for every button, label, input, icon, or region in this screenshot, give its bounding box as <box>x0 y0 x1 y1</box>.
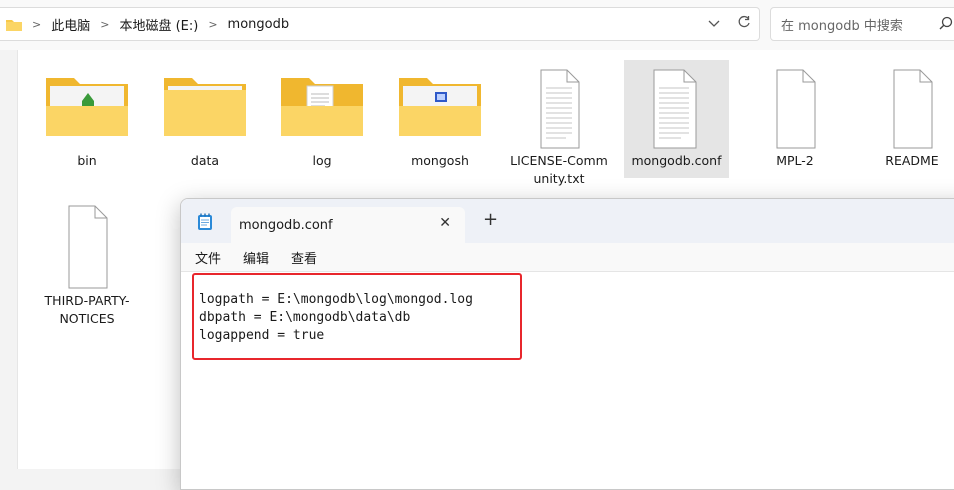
file-name: README <box>885 153 939 168</box>
breadcrumb-separator: > <box>208 17 218 31</box>
chevron-down-icon[interactable] <box>699 17 729 32</box>
file-item-mongodb-conf[interactable]: mongodb.conf <box>624 60 729 178</box>
file-name: mongosh <box>411 153 469 168</box>
search-input[interactable]: 在 mongodb 中搜索 <box>770 7 954 41</box>
menu-file[interactable]: 文件 <box>195 248 221 267</box>
file-item-mongosh[interactable]: mongosh <box>381 60 499 180</box>
file-name: bin <box>77 153 97 168</box>
breadcrumb-mongodb[interactable]: mongodb <box>228 17 290 32</box>
file-name: THIRD-PARTY- <box>44 293 130 308</box>
text-file-icon <box>540 69 580 149</box>
new-tab-button[interactable]: + <box>483 209 498 230</box>
file-name: log <box>312 153 332 168</box>
file-item-readme[interactable]: README <box>853 60 954 180</box>
file-item-data[interactable]: data <box>146 60 264 180</box>
folder-icon <box>46 78 128 136</box>
file-item-bin[interactable]: bin <box>28 60 146 180</box>
file-name: data <box>190 153 220 168</box>
tab-title: mongodb.conf <box>239 217 333 233</box>
file-name: LICENSE-Comm <box>510 153 608 168</box>
file-item-log[interactable]: log <box>263 60 381 180</box>
file-icon <box>893 69 933 149</box>
file-item-license[interactable]: LICENSE-Comm unity.txt <box>500 60 618 192</box>
folder-icon <box>399 78 481 136</box>
file-item-mpl2[interactable]: MPL-2 <box>736 60 854 180</box>
file-name: MPL-2 <box>776 153 814 168</box>
file-item-third-party-notices[interactable]: THIRD-PARTY- NOTICES <box>28 196 146 332</box>
menu-view[interactable]: 查看 <box>291 248 317 267</box>
folder-icon <box>164 78 246 136</box>
folder-icon <box>281 78 363 136</box>
file-name: mongodb.conf <box>631 153 722 168</box>
file-icon <box>68 205 108 289</box>
file-name-line2: unity.txt <box>533 171 585 186</box>
annotation-highlight-box <box>192 273 522 360</box>
search-placeholder: 在 mongodb 中搜索 <box>781 18 903 34</box>
breadcrumb-local-disk[interactable]: 本地磁盘 (E:) <box>119 15 198 34</box>
file-icon <box>776 69 816 149</box>
text-file-icon <box>653 69 696 149</box>
breadcrumb-separator: > <box>100 17 110 31</box>
tab-mongodb-conf[interactable]: mongodb.conf ✕ <box>231 207 465 243</box>
navigation-pane-edge <box>0 50 18 469</box>
address-bar[interactable]: > 此电脑 > 本地磁盘 (E:) > mongodb <box>0 7 760 41</box>
breadcrumb-this-pc[interactable]: 此电脑 <box>51 15 90 34</box>
file-name-line2: NOTICES <box>59 311 115 326</box>
breadcrumb-separator: > <box>32 17 42 31</box>
refresh-icon[interactable] <box>729 15 759 33</box>
close-icon[interactable]: ✕ <box>439 215 451 231</box>
search-icon[interactable] <box>939 16 953 34</box>
folder-icon <box>6 18 22 31</box>
tab-bar: mongodb.conf ✕ + <box>181 199 954 243</box>
menu-bar: 文件 编辑 查看 <box>181 243 954 271</box>
menu-edit[interactable]: 编辑 <box>243 248 269 267</box>
notepad-icon <box>197 213 213 235</box>
